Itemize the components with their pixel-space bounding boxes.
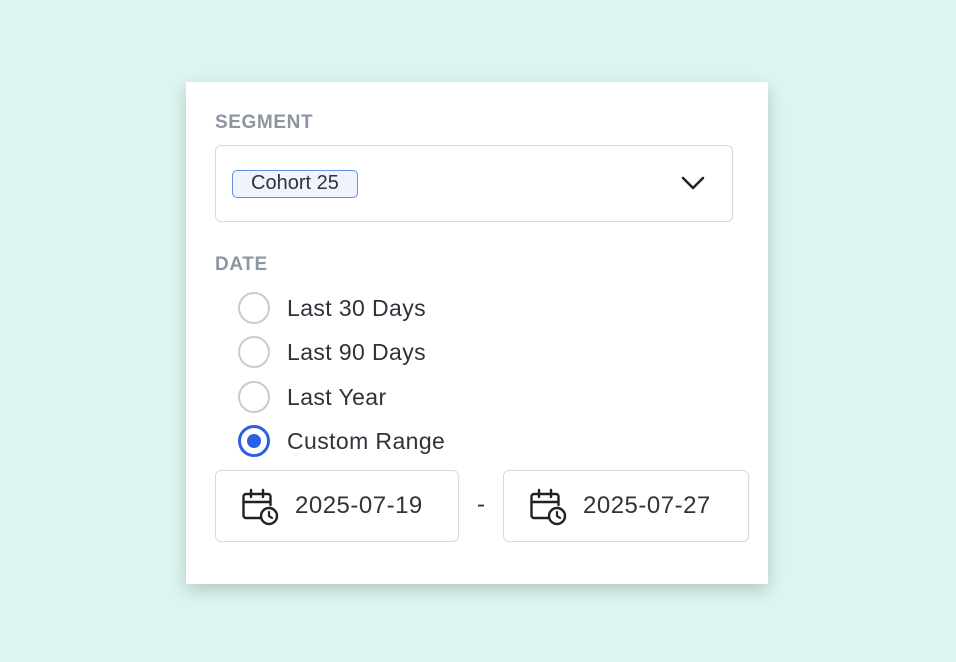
radio-label: Custom Range xyxy=(287,428,446,454)
date-label: DATE xyxy=(215,254,268,275)
end-date-value: 2025-07-27 xyxy=(583,492,711,519)
segment-select[interactable]: Cohort 25 xyxy=(215,145,733,222)
radio-option-last-year[interactable]: Last Year xyxy=(238,379,538,415)
segment-chip[interactable]: Cohort 25 xyxy=(232,170,358,198)
radio-label: Last 30 Days xyxy=(287,295,427,321)
range-separator: - xyxy=(477,491,485,518)
radio-button-checked[interactable] xyxy=(238,425,270,457)
radio-button[interactable] xyxy=(238,292,270,324)
end-date-input[interactable]: 2025-07-27 xyxy=(503,470,749,542)
calendar-clock-icon[interactable] xyxy=(528,487,568,527)
chevron-down-icon[interactable] xyxy=(680,174,706,192)
segment-label: SEGMENT xyxy=(215,112,314,133)
start-date-input[interactable]: 2025-07-19 xyxy=(215,470,459,542)
radio-label: Last 90 Days xyxy=(287,339,427,365)
radio-button[interactable] xyxy=(238,381,270,413)
radio-button[interactable] xyxy=(238,336,270,368)
filter-panel: SEGMENT Cohort 25 DATE Last 30 Days Last… xyxy=(186,82,768,584)
start-date-value: 2025-07-19 xyxy=(295,492,423,519)
radio-option-last-30-days[interactable]: Last 30 Days xyxy=(238,290,538,326)
radio-option-custom-range[interactable]: Custom Range xyxy=(238,423,538,459)
radio-option-last-90-days[interactable]: Last 90 Days xyxy=(238,334,538,370)
calendar-clock-icon[interactable] xyxy=(240,487,280,527)
radio-label: Last Year xyxy=(287,384,387,410)
